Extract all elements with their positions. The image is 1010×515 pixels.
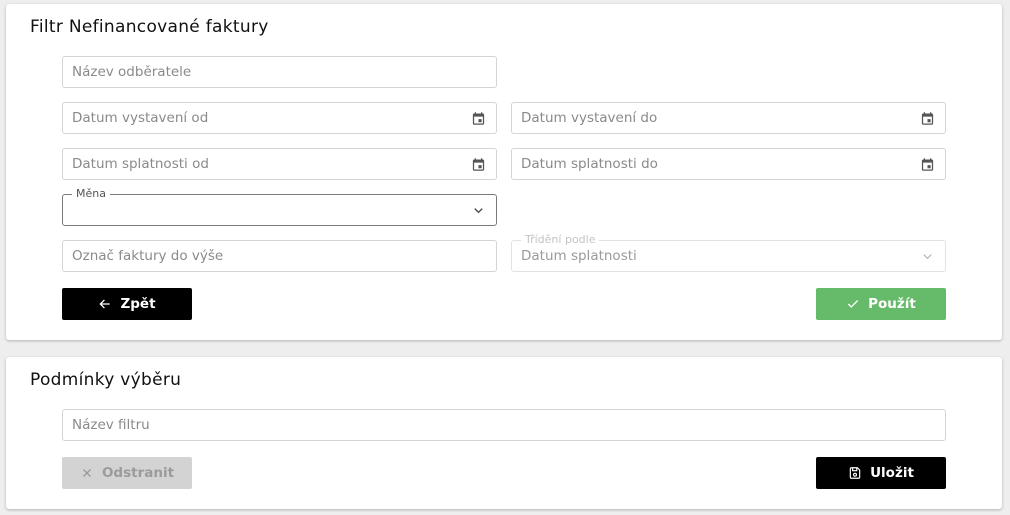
due-date-to-input[interactable] [512,149,945,179]
due-date-from-input[interactable] [63,149,496,179]
filter-name-field [62,409,946,441]
sort-by-value: Datum splatnosti [521,248,637,264]
conditions-card: Podmínky výběru Odstranit Uložit [6,357,1002,509]
back-button-label: Zpět [120,296,156,312]
customer-name-input[interactable] [63,57,496,87]
conditions-title: Podmínky výběru [30,370,182,390]
check-icon [848,300,859,308]
remove-button[interactable]: Odstranit [62,457,192,489]
calendar-icon[interactable] [920,157,935,172]
calendar-icon[interactable] [471,111,486,126]
currency-select[interactable]: Měna [62,187,497,226]
calendar-icon[interactable] [920,111,935,126]
chevron-down-icon[interactable] [920,249,935,264]
filter-name-input[interactable] [63,410,945,440]
currency-label: Měna [72,187,110,201]
due-date-to-field [511,148,946,180]
sort-by-label: Třídění podle [521,233,600,247]
issue-date-to-field [511,102,946,134]
due-date-from-field [62,148,497,180]
save-button-label: Uložit [870,465,914,481]
issue-date-to-input[interactable] [512,103,945,133]
mark-invoices-input[interactable] [63,241,496,271]
back-button[interactable]: Zpět [62,288,192,320]
customer-name-field [62,56,497,88]
remove-button-label: Odstranit [101,465,175,481]
save-button[interactable]: Uložit [816,457,946,489]
calendar-icon[interactable] [471,157,486,172]
issue-date-from-input[interactable] [63,103,496,133]
apply-button-label: Použít [868,296,916,312]
save-icon [849,467,861,479]
issue-date-from-field [62,102,497,134]
chevron-down-icon[interactable] [471,203,486,218]
apply-button[interactable]: Použít [816,288,946,320]
filter-card: Filtr Nefinancované faktury Měna [6,4,1002,340]
arrow-left-icon [99,299,111,309]
mark-invoices-field [62,240,497,272]
filter-title: Filtr Nefinancované faktury [30,17,269,37]
sort-by-select[interactable]: Třídění podle Datum splatnosti [511,233,946,272]
close-icon [82,469,91,477]
